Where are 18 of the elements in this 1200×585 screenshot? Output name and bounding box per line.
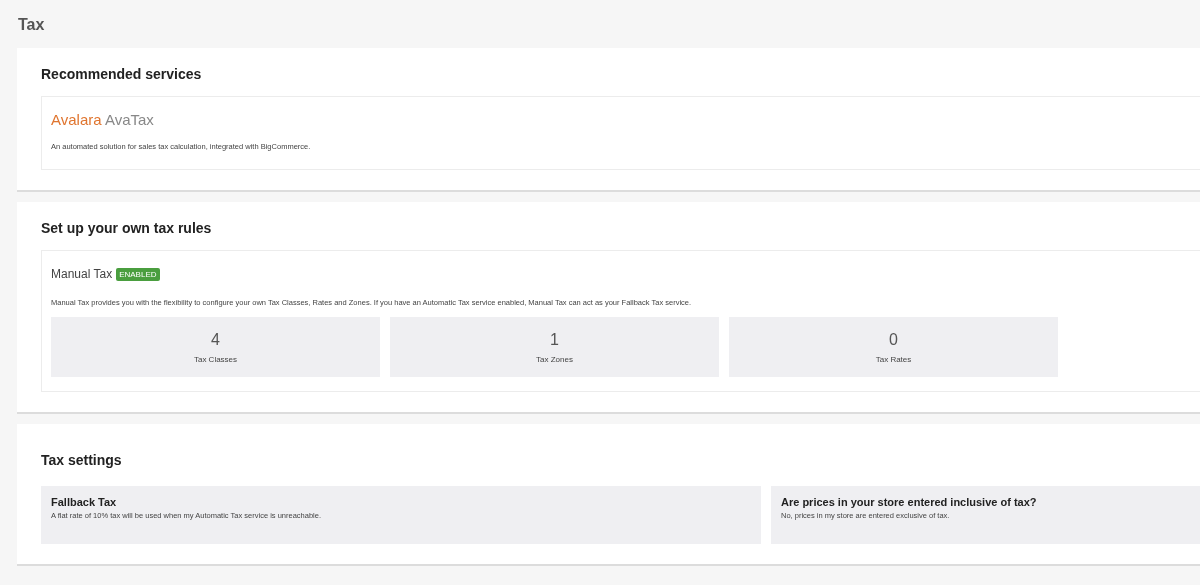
stat-label: Tax Rates	[875, 354, 912, 364]
page-title: Tax	[17, 15, 46, 35]
setting-title: Fallback Tax	[51, 496, 118, 508]
stat-label: Tax Classes	[193, 354, 238, 364]
stat-value: 0	[889, 330, 898, 349]
service-logo: Avalara AvaTax	[51, 111, 154, 128]
status-badge: ENABLED	[116, 267, 160, 281]
stat-label: Tax Zones	[536, 354, 573, 364]
manual-tax-title: Manual Tax	[51, 267, 113, 281]
section-heading: Recommended services	[41, 66, 203, 82]
stat-tile[interactable]: 0 Tax Rates	[729, 317, 1058, 377]
stat-value: 4	[211, 330, 220, 349]
stat-tile[interactable]: 1 Tax Zones	[390, 317, 719, 377]
stat-value: 1	[550, 330, 559, 349]
section-heading: Set up your own tax rules	[41, 220, 213, 236]
setting-title: Are prices in your store entered inclusive of tax?	[781, 496, 1038, 508]
stat-tile[interactable]: 4 Tax Classes	[51, 317, 380, 377]
section-heading: Tax settings	[41, 452, 123, 468]
